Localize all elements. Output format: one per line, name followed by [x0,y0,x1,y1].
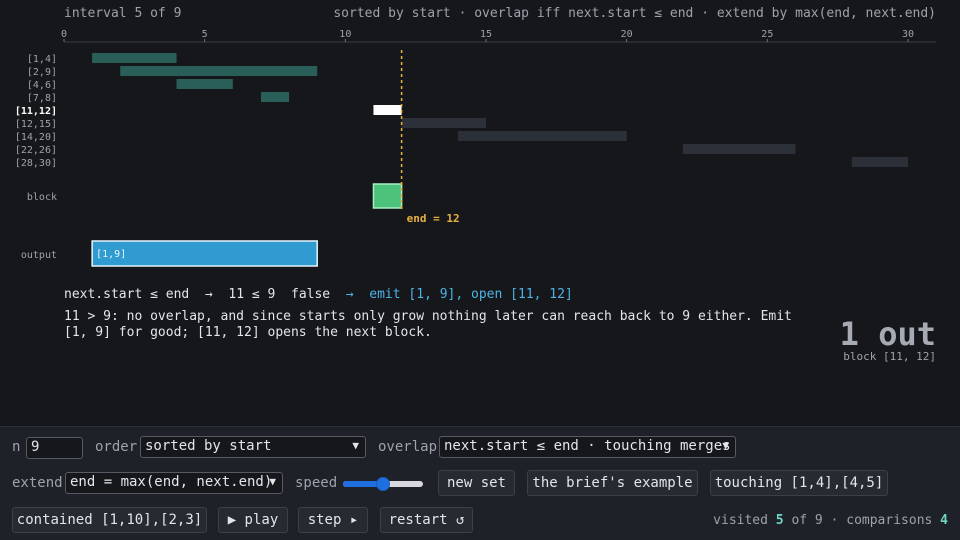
x-axis-tick-label: 25 [761,29,773,40]
interval-bar [176,79,233,89]
current-block-caption: block [11, 12] [843,350,936,363]
interval-row-label: [1,4] [27,54,57,65]
order-select[interactable]: sorted by start ▼ [140,436,366,458]
status-condition: next.start ≤ end [64,287,190,302]
interval-row-label: [12,15] [15,119,57,130]
interval-bar [682,144,796,154]
comparisons-label: comparisons [846,513,933,528]
interval-row-label: [22,26] [15,145,57,156]
block-row-label: block [27,192,57,203]
progress-counters: visited 5 of 9 · comparisons 4 [713,513,948,528]
status-arrow-2: → [345,287,354,302]
contained-example-button[interactable]: contained [1,10],[2,3] [12,507,207,533]
order-label: order [95,439,138,455]
chevron-down-icon: ▼ [722,439,729,452]
extend-select[interactable]: end = max(end, next.end) ▼ [65,472,283,494]
extend-label: extend [12,475,63,491]
interval-row-label: [14,20] [15,132,57,143]
interval-bar [401,118,486,128]
output-row-label: output [21,250,57,261]
interval-row-label: [4,6] [27,80,57,91]
new-set-button[interactable]: new set [438,470,515,496]
comparison-status: next.start ≤ end → 11 ≤ 9 false → emit [… [64,287,573,302]
interval-bar [851,157,908,167]
x-axis-tick-label: 5 [202,29,208,40]
overlap-select[interactable]: next.start ≤ end · touching merges ▼ [439,436,736,458]
order-select-value: sorted by start [145,438,272,454]
touching-example-button[interactable]: touching [1,4],[4,5] [710,470,888,496]
n-input[interactable]: 9 [26,437,83,459]
controls-panel: n 9 order sorted by start ▼ overlap next.… [0,426,960,540]
interval-bar [373,105,402,115]
block-bar [372,183,403,209]
chevron-down-icon: ▼ [352,439,359,452]
x-axis-tick-label: 10 [339,29,351,40]
status-arrow: → [204,287,213,302]
interval-row-label: [11,12] [15,106,57,117]
interval-bar [120,66,318,76]
interval-timeline-chart: 0 5 10 15 20 25 30 [1,4] [2,9] [4,6] [7,8] [11,12] [… [15,29,936,267]
visited-of: of 9 · [791,513,839,528]
interval-row-label: [28,30] [15,158,57,169]
extend-select-value: end = max(end, next.end) [70,474,273,490]
status-result: false [291,287,331,302]
step-explanation: 11 > 9: no overlap, and since starts onl… [64,309,792,340]
step-button[interactable]: step ▸ [298,507,368,533]
comparisons-count: 4 [940,513,948,528]
x-axis-tick-label: 30 [902,29,914,40]
speed-slider-thumb[interactable] [376,477,390,491]
visited-count: 5 [775,513,784,528]
output-bar-label: [1,9] [96,249,126,260]
interval-bar [92,53,177,63]
speed-label: speed [295,475,338,491]
interval-bar [260,92,290,102]
x-axis-tick-label: 0 [61,29,67,40]
interval-bar [457,131,627,141]
visited-prefix: visited [713,513,768,528]
play-button[interactable]: ▶ play [218,507,288,533]
n-label: n [12,439,21,455]
x-axis-tick-label: 20 [621,29,633,40]
overlap-select-value: next.start ≤ end · touching merges [444,438,731,454]
status-action: emit [1, 9], open [11, 12] [369,287,573,302]
overlap-label: overlap [378,439,438,455]
output-count: 1 out [839,315,936,353]
end-marker-label: end = 12 [407,212,460,225]
restart-button[interactable]: restart ↺ [380,507,473,533]
briefs-example-button[interactable]: the brief's example [527,470,698,496]
x-axis-tick-label: 15 [480,29,492,40]
interval-row-label: [2,9] [27,67,57,78]
n-input-value: 9 [31,439,40,455]
chevron-down-icon: ▼ [269,475,276,488]
status-evaluation: 11 ≤ 9 [228,287,276,302]
interval-row-label: [7,8] [27,93,57,104]
